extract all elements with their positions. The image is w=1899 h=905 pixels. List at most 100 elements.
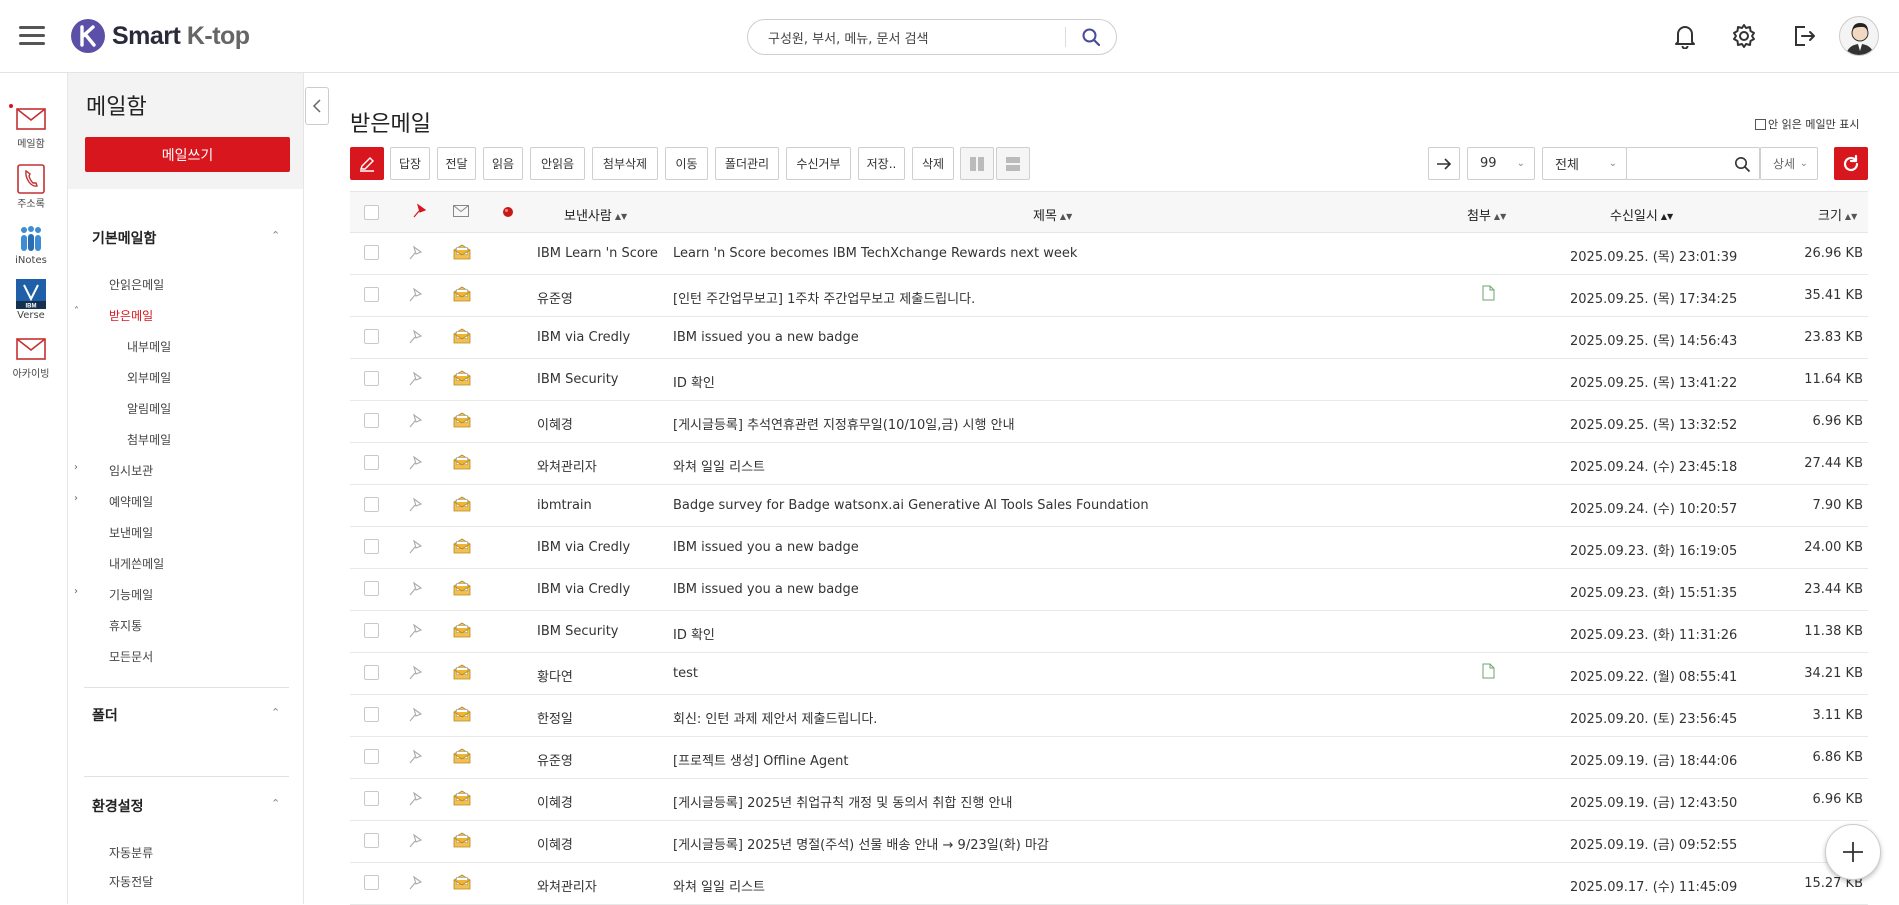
opened-envelope-icon[interactable]: [453, 496, 471, 512]
reply-button[interactable]: 답장: [390, 147, 430, 180]
flag-icon[interactable]: [407, 581, 423, 597]
row-checkbox[interactable]: [364, 287, 379, 302]
settings-heading[interactable]: 환경설정: [92, 796, 144, 816]
sidebar-item-auto-forward[interactable]: 자동전달: [109, 873, 153, 890]
row-checkbox[interactable]: [364, 623, 379, 638]
row-subject[interactable]: [게시글등록] 추석연휴관련 지정휴무일(10/10일,금) 시행 안내: [673, 414, 1015, 433]
mark-read-button[interactable]: 읽음: [483, 147, 523, 180]
row-subject[interactable]: [프로젝트 생성] Offline Agent: [673, 750, 848, 769]
row-subject[interactable]: Badge survey for Badge watsonx.ai Genera…: [673, 498, 1149, 513]
opened-envelope-icon[interactable]: [453, 454, 471, 470]
mail-row[interactable]: IBM Security ID 확인 2025.09.25. (목) 13:41:2…: [350, 359, 1868, 401]
mail-row[interactable]: 이혜경 [게시글등록] 2025년 명절(주석) 선물 배송 안내 → 9/23일…: [350, 821, 1868, 863]
block-sender-button[interactable]: 수신거부: [786, 147, 851, 180]
flag-icon[interactable]: [407, 497, 423, 513]
sidebar-item-notification[interactable]: 알림메일: [127, 400, 171, 417]
opened-envelope-icon[interactable]: [453, 328, 471, 344]
sidebar-item-drafts[interactable]: 임시보관: [109, 462, 153, 479]
row-subject[interactable]: IBM issued you a new badge: [673, 582, 859, 597]
rail-item-contacts[interactable]: 주소록: [0, 164, 62, 210]
flag-icon[interactable]: [407, 371, 423, 387]
chevron-down-icon[interactable]: ˄: [74, 306, 79, 317]
mail-row[interactable]: ibmtrain Badge survey for Badge watsonx.a…: [350, 485, 1868, 527]
row-subject[interactable]: ID 확인: [673, 624, 715, 643]
row-subject[interactable]: 회신: 인턴 과제 제안서 제출드립니다.: [673, 708, 877, 727]
logout-button[interactable]: [1788, 20, 1820, 52]
opened-envelope-icon[interactable]: [453, 832, 471, 848]
rail-item-inotes[interactable]: iNotes: [0, 224, 62, 266]
opened-envelope-icon[interactable]: [453, 874, 471, 890]
column-subject[interactable]: 제목 ▲▼: [1033, 205, 1072, 224]
flag-icon[interactable]: [407, 875, 423, 891]
settings-button[interactable]: [1728, 20, 1760, 52]
flag-header-icon[interactable]: [411, 203, 427, 219]
sidebar-item-scheduled[interactable]: 예약메일: [109, 493, 153, 510]
delete-button[interactable]: 삭제: [912, 147, 954, 180]
flag-icon[interactable]: [407, 245, 423, 261]
opened-envelope-icon[interactable]: [453, 664, 471, 680]
opened-envelope-icon[interactable]: [453, 286, 471, 302]
global-search[interactable]: 구성원, 부서, 메뉴, 문서 검색: [747, 19, 1117, 55]
opened-envelope-icon[interactable]: [453, 244, 471, 260]
row-subject[interactable]: [인턴 주간업무보고] 1주차 주간업무보고 제출드립니다.: [673, 288, 975, 307]
row-checkbox[interactable]: [364, 875, 379, 890]
row-subject[interactable]: IBM issued you a new badge: [673, 330, 859, 345]
folder-manage-button[interactable]: 폴더관리: [715, 147, 779, 180]
mail-row[interactable]: 황다연 test 2025.09.22. (월) 08:55:41 34.21 KB: [350, 653, 1868, 695]
row-checkbox[interactable]: [364, 833, 379, 848]
column-attachment[interactable]: 첨부 ▲▼: [1467, 205, 1506, 224]
opened-envelope-icon[interactable]: [453, 370, 471, 386]
mail-row[interactable]: 한정일 회신: 인턴 과제 제안서 제출드립니다. 2025.09.20. (토) …: [350, 695, 1868, 737]
sidebar-item-sent[interactable]: 보낸메일: [109, 524, 153, 541]
hamburger-menu-icon[interactable]: [19, 26, 45, 46]
chevron-right-icon[interactable]: ›: [74, 586, 78, 597]
row-checkbox[interactable]: [364, 413, 379, 428]
write-button[interactable]: [350, 147, 384, 180]
row-checkbox[interactable]: [364, 707, 379, 722]
mark-unread-button[interactable]: 안읽음: [530, 147, 585, 180]
opened-envelope-icon[interactable]: [453, 412, 471, 428]
chevron-up-icon[interactable]: ⌃: [271, 229, 280, 242]
sidebar-item-attachments[interactable]: 첨부메일: [127, 431, 171, 448]
mail-row[interactable]: 이혜경 [게시글등록] 2025년 취업규칙 개정 및 동의서 취합 진행 안내 2…: [350, 779, 1868, 821]
opened-envelope-icon[interactable]: [453, 622, 471, 638]
row-subject[interactable]: ID 확인: [673, 372, 715, 391]
envelope-header-icon[interactable]: [453, 205, 469, 217]
sidebar-item-internal[interactable]: 내부메일: [127, 338, 171, 355]
opened-envelope-icon[interactable]: [453, 706, 471, 722]
row-checkbox[interactable]: [364, 329, 379, 344]
compose-button[interactable]: 메일쓰기: [85, 137, 290, 172]
sidebar-item-all-docs[interactable]: 모든문서: [109, 648, 153, 665]
row-subject[interactable]: Learn 'n Score becomes IBM TechXchange R…: [673, 246, 1077, 261]
flag-icon[interactable]: [407, 791, 423, 807]
row-checkbox[interactable]: [364, 791, 379, 806]
filter-select[interactable]: 전체 ⌄: [1542, 147, 1627, 180]
split-vertical-view-button[interactable]: [960, 147, 994, 180]
page-size-select[interactable]: 99 ⌄: [1467, 147, 1535, 180]
row-checkbox[interactable]: [364, 539, 379, 554]
row-subject[interactable]: test: [673, 666, 698, 681]
importance-header-icon[interactable]: [502, 206, 514, 218]
opened-envelope-icon[interactable]: [453, 580, 471, 596]
row-checkbox[interactable]: [364, 497, 379, 512]
split-horizontal-view-button[interactable]: [996, 147, 1030, 180]
collapse-sidebar-button[interactable]: [305, 87, 329, 125]
flag-icon[interactable]: [407, 833, 423, 849]
refresh-button[interactable]: [1834, 147, 1868, 180]
select-all-checkbox[interactable]: [364, 205, 379, 220]
mail-row[interactable]: IBM via Credly IBM issued you a new badge…: [350, 569, 1868, 611]
row-subject[interactable]: 와쳐 일일 리스트: [673, 876, 765, 895]
flag-icon[interactable]: [407, 623, 423, 639]
mail-row[interactable]: IBM Security ID 확인 2025.09.23. (화) 11:31:2…: [350, 611, 1868, 653]
unread-only-checkbox[interactable]: [1755, 118, 1766, 130]
global-search-input[interactable]: 구성원, 부서, 메뉴, 문서 검색: [748, 28, 1065, 47]
search-icon[interactable]: [1734, 156, 1751, 173]
user-avatar[interactable]: [1839, 16, 1879, 56]
flag-icon[interactable]: [407, 665, 423, 681]
flag-icon[interactable]: [407, 287, 423, 303]
move-button[interactable]: 이동: [665, 147, 708, 180]
go-to-button[interactable]: [1428, 147, 1460, 180]
opened-envelope-icon[interactable]: [453, 538, 471, 554]
opened-envelope-icon[interactable]: [453, 790, 471, 806]
add-floating-button[interactable]: [1825, 824, 1881, 880]
